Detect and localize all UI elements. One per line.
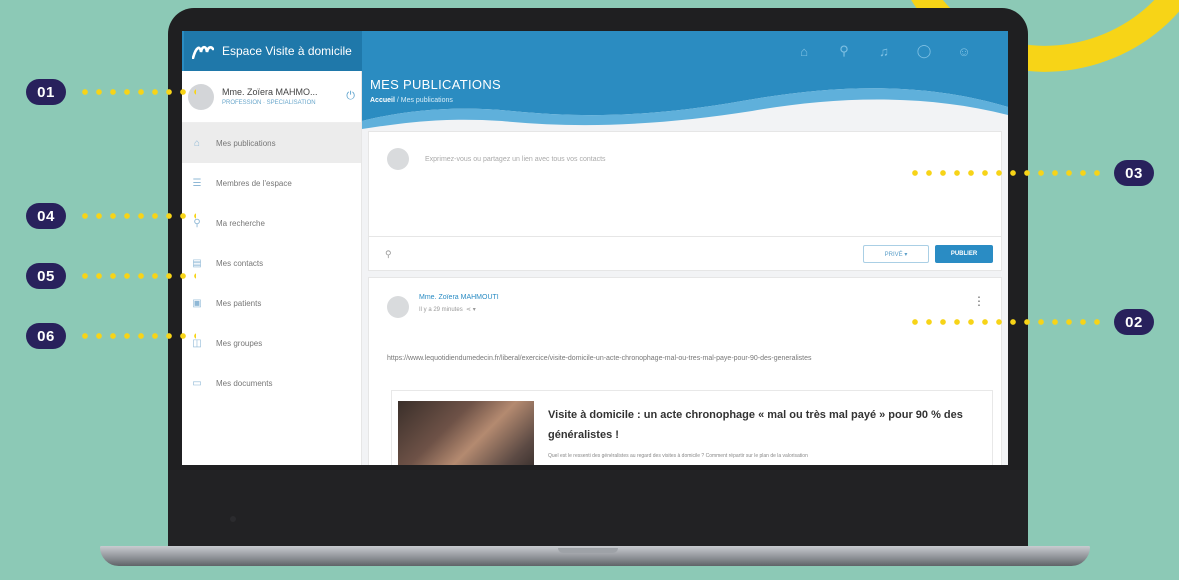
breadcrumb-home[interactable]: Accueil — [370, 97, 395, 104]
home-icon: ⌂ — [193, 137, 201, 149]
documents-icon: ▭ — [192, 377, 202, 389]
more-options-icon[interactable]: ⋮ — [973, 294, 985, 308]
callout-dots — [78, 89, 196, 95]
callout-dots — [78, 333, 196, 339]
preview-description: Quel est le ressenti des généralistes au… — [548, 453, 808, 459]
preview-title: Visite à domicile : un acte chronophage … — [548, 409, 963, 441]
main-content: MES PUBLICATIONS Accueil / Mes publicati… — [362, 71, 1008, 465]
sidebar-item-publications[interactable]: ⌂ Mes publications — [182, 123, 361, 163]
sidebar-item-label: Membres de l'espace — [216, 178, 292, 188]
profile-name: Mme. Zoïera MAHMO... — [222, 87, 318, 97]
callout-04: 04 — [26, 203, 196, 229]
sidebar-item-recherche[interactable]: ⚲ Ma recherche — [182, 203, 361, 243]
callout-dots — [78, 213, 196, 219]
callout-badge: 03 — [1114, 160, 1154, 186]
callout-badge: 02 — [1114, 309, 1154, 335]
sidebar-item-label: Mes contacts — [216, 258, 264, 268]
laptop-bezel — [168, 470, 1028, 552]
sidebar-item-label: Ma recherche — [216, 218, 265, 228]
callout-badge: 06 — [26, 323, 66, 349]
chat-icon[interactable]: ◯ — [914, 41, 934, 61]
sidebar-item-label: Mes patients — [216, 298, 262, 308]
sidebar-item-documents[interactable]: ▭ Mes documents — [182, 363, 361, 403]
sidebar-item-label: Mes groupes — [216, 338, 263, 348]
avatar — [387, 296, 409, 318]
callout-dots — [908, 319, 1104, 325]
callout-01: 01 — [26, 79, 196, 105]
preview-image — [398, 401, 534, 465]
sidebar-item-label: Mes documents — [216, 378, 273, 388]
top-bar: Espace Visite à domicile ⌂ ⚲ ♫ ◯ ☺ — [182, 31, 1008, 71]
callout-badge: 05 — [26, 263, 66, 289]
sidebar-item-membres[interactable]: ☰ Membres de l'espace — [182, 163, 361, 203]
composer-toolbar: ⚲ PRIVÉ ▾ PUBLIER — [369, 236, 1001, 270]
sidebar-item-patients[interactable]: ▣ Mes patients — [182, 283, 361, 323]
page-title: MES PUBLICATIONS — [370, 77, 501, 92]
post-card: Mme. Zoïera MAHMOUTI Il y a 29 minutes ⋖… — [368, 277, 1002, 465]
sidebar-item-label: Mes publications — [216, 138, 276, 148]
post-time-text: Il y a 29 minutes — [419, 307, 463, 313]
brand[interactable]: Espace Visite à domicile — [184, 31, 362, 71]
profile-block[interactable]: Mme. Zoïera MAHMO... PROFESSION · SPECIA… — [182, 71, 361, 123]
privacy-button[interactable]: PRIVÉ ▾ — [863, 245, 929, 263]
post-link[interactable]: https://www.lequotidiendumedecin.fr/libe… — [387, 352, 987, 366]
composer-input[interactable]: Exprimez-vous ou partagez un lien avec t… — [425, 156, 606, 163]
callout-05: 05 — [26, 263, 196, 289]
users-icon[interactable]: ☺ — [954, 41, 974, 61]
breadcrumb: Accueil / Mes publications — [370, 97, 453, 104]
post-composer: Exprimez-vous ou partagez un lien avec t… — [368, 131, 1002, 271]
callout-06: 06 — [26, 323, 196, 349]
callout-dots — [78, 273, 196, 279]
power-icon[interactable]: ⏻ — [346, 90, 355, 103]
sidebar: Mme. Zoïera MAHMO... PROFESSION · SPECIA… — [182, 71, 362, 465]
link-preview[interactable]: Visite à domicile : un acte chronophage … — [391, 390, 993, 465]
profile-info: Mme. Zoïera MAHMO... PROFESSION · SPECIA… — [222, 87, 342, 106]
post-author[interactable]: Mme. Zoïera MAHMOUTI — [419, 294, 499, 301]
callout-02: 02 — [908, 309, 1154, 335]
top-icons: ⌂ ⚲ ♫ ◯ ☺ — [794, 31, 974, 71]
laptop-notch — [558, 548, 618, 553]
patients-icon: ▣ — [192, 297, 202, 309]
bell-icon[interactable]: ♫ — [874, 41, 894, 61]
post-time: Il y a 29 minutes ⋖ ▾ — [419, 306, 476, 313]
app-title: Espace Visite à domicile — [222, 44, 352, 58]
laptop-sensor — [230, 516, 236, 522]
sidebar-item-groupes[interactable]: ◫ Mes groupes — [182, 323, 361, 363]
search-icon[interactable]: ⚲ — [834, 41, 854, 61]
callout-badge: 01 — [26, 79, 66, 105]
list-icon: ☰ — [192, 177, 202, 189]
home-icon[interactable]: ⌂ — [794, 41, 814, 61]
publish-button[interactable]: PUBLIER — [935, 245, 993, 263]
avatar — [387, 148, 409, 170]
logo-icon — [192, 45, 214, 59]
callout-03: 03 — [908, 160, 1154, 186]
attachment-icon[interactable]: ⚲ — [385, 249, 392, 260]
share-icon[interactable]: ⋖ ▾ — [464, 307, 476, 313]
breadcrumb-current: / Mes publications — [394, 97, 453, 104]
callout-dots — [908, 170, 1104, 176]
profile-role: PROFESSION · SPECIALISATION — [222, 100, 316, 106]
callout-badge: 04 — [26, 203, 66, 229]
sidebar-item-contacts[interactable]: ▤ Mes contacts — [182, 243, 361, 283]
app-screen: Espace Visite à domicile ⌂ ⚲ ♫ ◯ ☺ Mme. … — [182, 31, 1008, 465]
